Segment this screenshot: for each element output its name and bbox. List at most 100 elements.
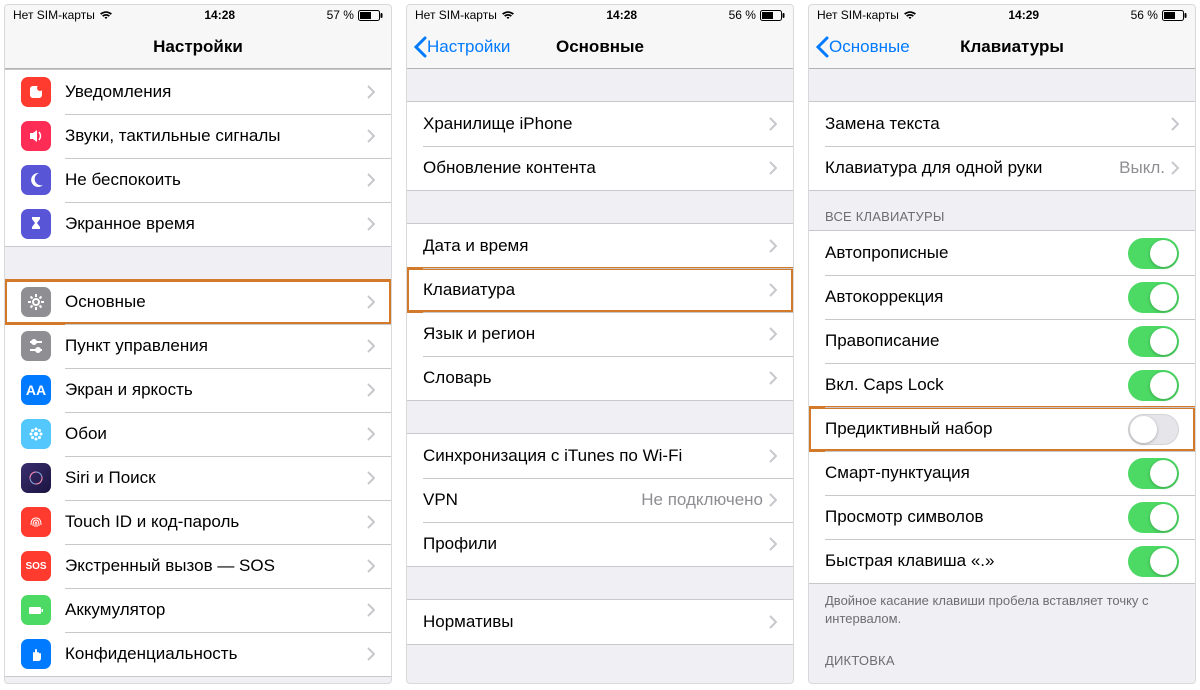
row-storage[interactable]: Хранилище iPhone: [407, 102, 793, 146]
chevron-icon: [367, 471, 375, 485]
row-label: Экстренный вызов — SOS: [65, 556, 367, 576]
chevron-icon: [769, 327, 777, 341]
row-label: Аккумулятор: [65, 600, 367, 620]
chevron-icon: [367, 173, 375, 187]
row-spellcheck[interactable]: Правописание: [809, 319, 1195, 363]
row-value: Выкл.: [1119, 158, 1165, 178]
row-sounds[interactable]: Звуки, тактильные сигналы: [5, 114, 391, 158]
row-autocorrect[interactable]: Автокоррекция: [809, 275, 1195, 319]
row-label: Клавиатура: [423, 280, 769, 300]
settings-list[interactable]: Уведомления Звуки, тактильные сигналы Не…: [5, 69, 391, 683]
battery-percent: 56 %: [1131, 8, 1158, 22]
row-smartpunct[interactable]: Смарт-пунктуация: [809, 451, 1195, 495]
row-label: VPN: [423, 490, 641, 510]
row-label: Синхронизация с iTunes по Wi-Fi: [423, 446, 769, 466]
general-list[interactable]: Хранилище iPhone Обновление контента Дат…: [407, 69, 793, 683]
toggle-autocaps[interactable]: [1128, 238, 1179, 269]
row-itunes-wifi[interactable]: Синхронизация с iTunes по Wi-Fi: [407, 434, 793, 478]
notifications-icon: [21, 77, 51, 107]
row-label: Язык и регион: [423, 324, 769, 344]
group-header-dictation: ДИКТОВКА: [809, 635, 1195, 674]
row-language[interactable]: Язык и регион: [407, 312, 793, 356]
row-capslock[interactable]: Вкл. Caps Lock: [809, 363, 1195, 407]
row-background-refresh[interactable]: Обновление контента: [407, 146, 793, 190]
row-label: Смарт-пунктуация: [825, 463, 1128, 483]
toggle-predictive[interactable]: [1128, 414, 1179, 445]
row-label: Автокоррекция: [825, 287, 1128, 307]
row-label: Хранилище iPhone: [423, 114, 769, 134]
status-bar: Нет SIM-карты 14:29 56 %: [809, 5, 1195, 25]
toggle-capslock[interactable]: [1128, 370, 1179, 401]
row-dictionary[interactable]: Словарь: [407, 356, 793, 400]
chevron-icon: [769, 615, 777, 629]
row-label: Пункт управления: [65, 336, 367, 356]
row-label: Siri и Поиск: [65, 468, 367, 488]
row-text-replacement[interactable]: Замена текста: [809, 102, 1195, 146]
chevron-icon: [367, 515, 375, 529]
back-button[interactable]: Настройки: [413, 36, 510, 58]
row-dot-shortcut[interactable]: Быстрая клавиша «.»: [809, 539, 1195, 583]
row-notifications[interactable]: Уведомления: [5, 70, 391, 114]
row-battery[interactable]: Аккумулятор: [5, 588, 391, 632]
chevron-icon: [769, 493, 777, 507]
sliders-icon: [21, 331, 51, 361]
back-button[interactable]: Основные: [815, 36, 910, 58]
clock-label: 14:28: [606, 8, 637, 22]
row-datetime[interactable]: Дата и время: [407, 224, 793, 268]
row-keyboard[interactable]: Клавиатура: [407, 268, 793, 312]
battery-row-icon: [21, 595, 51, 625]
row-label: Не беспокоить: [65, 170, 367, 190]
row-label: Клавиатура для одной руки: [825, 158, 1119, 178]
row-general[interactable]: Основные: [5, 280, 391, 324]
keyboards-list[interactable]: Замена текста Клавиатура для одной руки …: [809, 69, 1195, 683]
row-siri[interactable]: Siri и Поиск: [5, 456, 391, 500]
row-sos[interactable]: SOS Экстренный вызов — SOS: [5, 544, 391, 588]
row-dnd[interactable]: Не беспокоить: [5, 158, 391, 202]
row-predictive[interactable]: Предиктивный набор: [809, 407, 1195, 451]
siri-icon: [21, 463, 51, 493]
group-header-all-keyboards: ВСЕ КЛАВИАТУРЫ: [809, 191, 1195, 230]
chevron-icon: [769, 371, 777, 385]
iphone-screen-general: Нет SIM-карты 14:28 56 % Настройки Основ…: [406, 4, 794, 684]
wallpaper-icon: [21, 419, 51, 449]
iphone-screen-keyboards: Нет SIM-карты 14:29 56 % Основные Клавиа…: [808, 4, 1196, 684]
row-vpn[interactable]: VPN Не подключено: [407, 478, 793, 522]
row-label: Экранное время: [65, 214, 367, 234]
chevron-icon: [769, 283, 777, 297]
row-charpreview[interactable]: Просмотр символов: [809, 495, 1195, 539]
row-autocaps[interactable]: Автопрописные: [809, 231, 1195, 275]
toggle-charpreview[interactable]: [1128, 502, 1179, 533]
row-label: Звуки, тактильные сигналы: [65, 126, 367, 146]
row-touchid[interactable]: Touch ID и код-пароль: [5, 500, 391, 544]
display-icon: AA: [21, 375, 51, 405]
wifi-icon: [501, 10, 515, 20]
hand-icon: [21, 639, 51, 669]
battery-icon: [1162, 10, 1187, 21]
toggle-autocorrect[interactable]: [1128, 282, 1179, 313]
row-profiles[interactable]: Профили: [407, 522, 793, 566]
nav-bar: Настройки Основные: [407, 25, 793, 69]
row-wallpaper[interactable]: Обои: [5, 412, 391, 456]
row-label: Обои: [65, 424, 367, 444]
row-label: Замена текста: [825, 114, 1171, 134]
row-screentime[interactable]: Экранное время: [5, 202, 391, 246]
toggle-spellcheck[interactable]: [1128, 326, 1179, 357]
row-label: Экран и яркость: [65, 380, 367, 400]
toggle-dot-shortcut[interactable]: [1128, 546, 1179, 577]
row-label: Просмотр символов: [825, 507, 1128, 527]
row-label: Основные: [65, 292, 367, 312]
row-privacy[interactable]: Конфиденциальность: [5, 632, 391, 676]
status-bar: Нет SIM-карты 14:28 56 %: [407, 5, 793, 25]
row-one-handed[interactable]: Клавиатура для одной руки Выкл.: [809, 146, 1195, 190]
row-control-center[interactable]: Пункт управления: [5, 324, 391, 368]
nav-bar: Основные Клавиатуры: [809, 25, 1195, 69]
row-display[interactable]: AA Экран и яркость: [5, 368, 391, 412]
battery-percent: 56 %: [729, 8, 756, 22]
toggle-smartpunct[interactable]: [1128, 458, 1179, 489]
status-bar: Нет SIM-карты 14:28 57 %: [5, 5, 391, 25]
chevron-icon: [367, 603, 375, 617]
carrier-label: Нет SIM-карты: [817, 8, 899, 22]
chevron-icon: [367, 85, 375, 99]
row-value: Не подключено: [641, 490, 763, 510]
row-regulatory[interactable]: Нормативы: [407, 600, 793, 644]
